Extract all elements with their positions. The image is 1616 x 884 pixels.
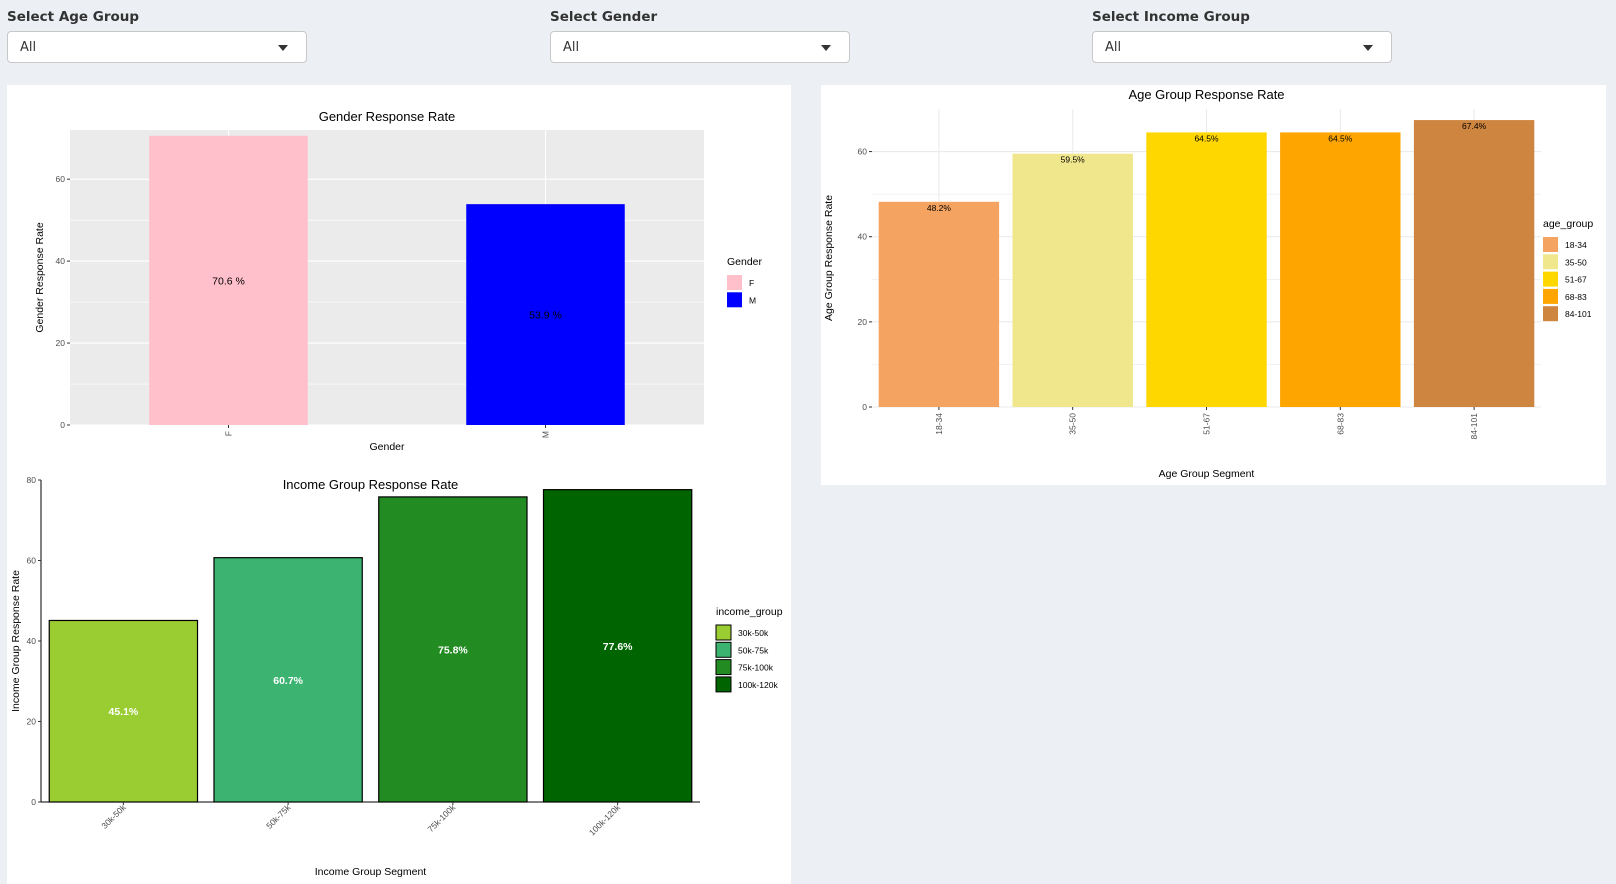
x-tick-label: 68-83 — [1335, 413, 1345, 435]
legend-key — [1543, 254, 1558, 270]
left-chart-panel: 70.6 % 53.9 % 0 20 40 60 F M Gender Response Rat… — [7, 85, 791, 884]
y-tick-label: 40 — [858, 232, 868, 242]
bar — [878, 201, 1000, 407]
y-tick-label: 60 — [56, 174, 66, 184]
x-tick-label: 30k-50k — [99, 802, 128, 831]
legend-key — [1543, 271, 1558, 287]
y-tick-label: 0 — [31, 797, 36, 807]
x-tick-label: 75k-100k — [425, 802, 457, 834]
legend-label: M — [749, 295, 756, 305]
x-axis-title: Age Group Segment — [1159, 468, 1255, 480]
x-tick-label: M — [541, 431, 551, 438]
y-axis-title: Income Group Response Rate — [10, 570, 22, 712]
bar — [1146, 132, 1267, 407]
x-tick-label: 50k-75k — [264, 802, 293, 831]
bar — [1012, 153, 1133, 407]
x-tick-label: 51-67 — [1202, 413, 1212, 435]
y-tick-label: 40 — [27, 636, 37, 646]
x-tick-label: 84-101 — [1469, 413, 1479, 440]
data-label: 53.9 % — [529, 310, 562, 322]
legend-label: 35-50 — [1565, 257, 1587, 267]
legend-label: 30k-50k — [738, 628, 769, 638]
legend-key — [1543, 306, 1558, 322]
x-axis-title: Income Group Segment — [315, 866, 427, 878]
x-tick-label: F — [224, 431, 234, 436]
legend-key — [715, 624, 732, 641]
data-label: 70.6 % — [212, 275, 245, 287]
chart-title: Gender Response Rate — [319, 109, 456, 124]
chevron-down-icon — [1363, 45, 1373, 51]
data-label: 59.5% — [1061, 155, 1086, 165]
legend-title: age_group — [1543, 218, 1593, 230]
legend-title: Gender — [727, 256, 763, 268]
gender-select[interactable]: All — [550, 31, 850, 63]
legend-label: 75k-100k — [738, 663, 774, 673]
x-tick-label: 35-50 — [1068, 413, 1078, 435]
legend-title: income_group — [716, 606, 783, 618]
data-label: 77.6% — [603, 641, 633, 653]
bar — [1280, 132, 1401, 407]
income-group-filter-label: Select Income Group — [1092, 9, 1250, 25]
x-axis-title: Gender — [369, 441, 405, 453]
legend-label: 51-67 — [1565, 275, 1587, 285]
age-group-filter: Select Age Group All — [7, 6, 307, 63]
data-label: 67.4% — [1462, 121, 1487, 131]
legend-label: 18-34 — [1565, 240, 1587, 250]
gender-response-chart: 70.6 %53.9 %0204060F MGender Response Rat… — [34, 109, 763, 453]
legend-label: 84-101 — [1565, 309, 1592, 319]
y-axis-title: Gender Response Rate — [34, 222, 46, 332]
legend-key — [715, 676, 732, 693]
gender-select-value: All — [563, 40, 580, 55]
y-tick-label: 40 — [56, 256, 66, 266]
legend-key — [715, 641, 732, 658]
data-label: 48.2% — [927, 203, 952, 213]
y-tick-label: 20 — [858, 317, 868, 327]
y-tick-label: 80 — [27, 475, 37, 485]
legend-label: F — [749, 278, 754, 288]
income-group-filter: Select Income Group All — [1092, 6, 1392, 63]
y-tick-label: 0 — [862, 402, 867, 412]
income-response-chart: 45.1% 60.7% 75.8% 77.6% 0 20 40 60 80 30k-50k 50k-… — [10, 475, 783, 878]
legend-key — [715, 659, 732, 676]
chart-title: Income Group Response Rate — [283, 477, 459, 492]
income-group-select[interactable]: All — [1092, 31, 1392, 63]
y-axis-title: Age Group Response Rate — [823, 195, 835, 321]
income-group-select-value: All — [1105, 40, 1122, 55]
y-tick-label: 60 — [858, 147, 868, 157]
data-label: 64.5% — [1194, 133, 1219, 143]
y-tick-label: 60 — [27, 556, 37, 566]
gender-filter-label: Select Gender — [550, 9, 658, 25]
legend-key — [727, 275, 742, 290]
data-label: 45.1% — [108, 706, 138, 718]
legend-label: 50k-75k — [738, 645, 769, 655]
data-label: 64.5% — [1328, 133, 1353, 143]
legend-label: 100k-120k — [738, 680, 778, 690]
age-response-chart: 48.2% 59.5% 64.5% 64.5% 67.4% 0 20 40 60 18-34 35-… — [823, 87, 1593, 480]
y-tick-label: 0 — [60, 420, 65, 430]
age-group-select-value: All — [20, 40, 37, 55]
chevron-down-icon — [278, 45, 288, 51]
legend-key — [1543, 288, 1558, 304]
y-tick-label: 20 — [56, 338, 66, 348]
gender-filter: Select Gender All — [550, 6, 850, 63]
bar — [1413, 120, 1535, 407]
right-chart-panel: 48.2% 59.5% 64.5% 64.5% 67.4% 0 20 40 60 18-34 35-… — [821, 85, 1606, 485]
legend-label: 68-83 — [1565, 292, 1587, 302]
data-label: 75.8% — [438, 644, 468, 656]
age-group-filter-label: Select Age Group — [7, 9, 140, 25]
x-tick-label: 100k-120k — [587, 802, 623, 838]
legend-key — [727, 292, 742, 308]
legend-key — [1543, 237, 1558, 252]
y-tick-label: 20 — [27, 717, 37, 727]
data-label: 60.7% — [273, 675, 303, 687]
chart-title: Age Group Response Rate — [1128, 87, 1284, 102]
x-tick-label: 18-34 — [934, 413, 944, 435]
chevron-down-icon — [821, 45, 831, 51]
age-group-select[interactable]: All — [7, 31, 307, 63]
